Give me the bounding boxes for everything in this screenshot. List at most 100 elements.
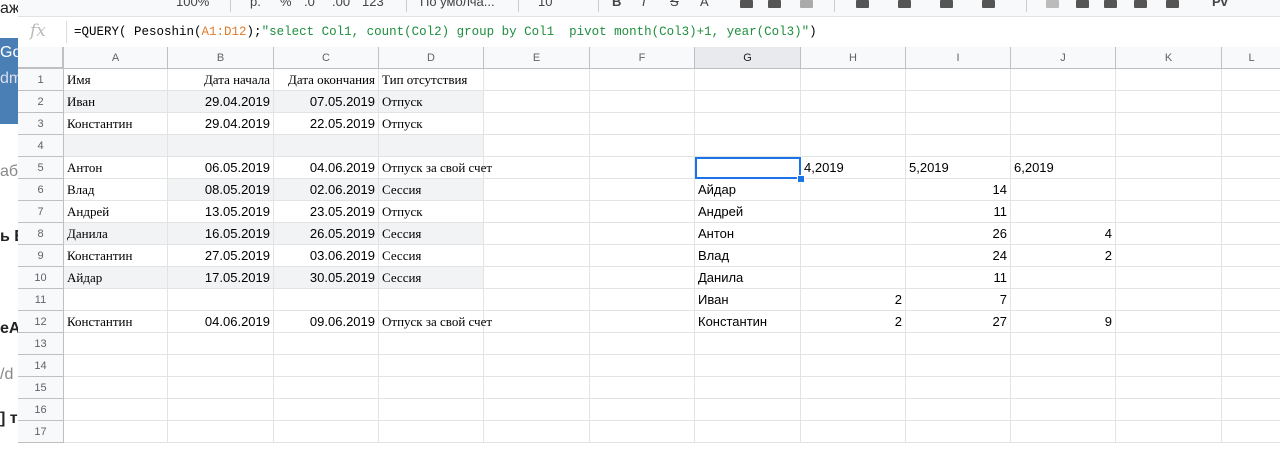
column-header-b[interactable]: B (168, 47, 274, 69)
grid-cell[interactable] (484, 311, 590, 333)
horizontal-align-icon[interactable] (856, 0, 869, 8)
grid-cell[interactable] (906, 113, 1011, 135)
source-data-cell[interactable]: Сессия (379, 245, 484, 267)
pivot-name-cell[interactable]: Влад (695, 245, 801, 267)
grid-cell[interactable] (801, 421, 906, 443)
grid-cell[interactable] (484, 421, 590, 443)
grid-cell[interactable] (906, 355, 1011, 377)
grid-cell[interactable] (801, 135, 906, 157)
zoom-select[interactable]: 100% (176, 0, 209, 9)
grid-cell[interactable] (590, 91, 695, 113)
grid-cell[interactable] (590, 113, 695, 135)
source-data-cell[interactable]: Отпуск (379, 91, 484, 113)
grid-cell[interactable] (1222, 311, 1280, 333)
column-header-d[interactable]: D (379, 47, 484, 69)
pivot-value-cell[interactable]: 9 (1011, 311, 1116, 333)
source-data-cell[interactable]: Антон (64, 157, 168, 179)
grid-cell[interactable] (168, 399, 274, 421)
source-data-cell[interactable]: Сессия (379, 179, 484, 201)
row-header-10[interactable]: 10 (18, 267, 64, 289)
row-header-15[interactable]: 15 (18, 377, 64, 399)
grid-cell[interactable] (1222, 201, 1280, 223)
grid-cell[interactable] (484, 245, 590, 267)
column-header-j[interactable]: J (1011, 47, 1116, 69)
source-header-cell[interactable]: Тип отсутствия (379, 69, 484, 91)
pivot-value-cell[interactable] (801, 245, 906, 267)
text-color-button[interactable]: A (700, 0, 709, 9)
grid-cell[interactable] (64, 399, 168, 421)
grid-cell[interactable] (695, 333, 801, 355)
row-header-17[interactable]: 17 (18, 421, 64, 443)
pivot-name-cell[interactable]: Данила (695, 267, 801, 289)
grid-cell[interactable] (1011, 377, 1116, 399)
grid-cell[interactable] (168, 333, 274, 355)
grid-cell[interactable] (590, 179, 695, 201)
column-header-h[interactable]: H (801, 47, 906, 69)
source-data-cell[interactable]: Константин (64, 113, 168, 135)
pivot-value-cell[interactable] (801, 201, 906, 223)
column-header-i[interactable]: I (906, 47, 1011, 69)
pivot-value-cell[interactable]: 2 (801, 289, 906, 311)
formula-input[interactable]: =QUERY( Pesoshin(A1:D12);"select Col1, c… (74, 25, 817, 39)
grid-cell[interactable] (1222, 157, 1280, 179)
pivot-value-cell[interactable]: 26 (906, 223, 1011, 245)
grid-cell[interactable] (695, 355, 801, 377)
row-header-14[interactable]: 14 (18, 355, 64, 377)
source-data-cell[interactable]: Константин (64, 245, 168, 267)
grid-cell[interactable] (906, 377, 1011, 399)
italic-button[interactable]: I (642, 0, 646, 9)
pivot-value-cell[interactable] (1011, 267, 1116, 289)
column-header-k[interactable]: K (1116, 47, 1222, 69)
source-data-cell[interactable]: Андрей (64, 201, 168, 223)
percent-format-button[interactable]: % (280, 0, 292, 9)
grid-cell[interactable] (1222, 267, 1280, 289)
pivot-value-cell[interactable] (1011, 201, 1116, 223)
grid-cell[interactable] (1116, 267, 1222, 289)
row-header-9[interactable]: 9 (18, 245, 64, 267)
grid-cell[interactable] (1116, 223, 1222, 245)
insert-chart-icon[interactable] (1104, 0, 1117, 8)
pivot-name-cell[interactable]: Константин (695, 311, 801, 333)
source-data-cell[interactable]: 17.05.2019 (168, 267, 274, 289)
pivot-name-cell[interactable]: Андрей (695, 201, 801, 223)
grid-cell[interactable] (695, 421, 801, 443)
row-header-8[interactable]: 8 (18, 223, 64, 245)
grid-cell[interactable] (64, 377, 168, 399)
bold-button[interactable]: B (612, 0, 621, 9)
pivot-header-cell[interactable]: 5,2019 (906, 157, 1011, 179)
pivot-value-cell[interactable]: 24 (906, 245, 1011, 267)
grid-cell[interactable] (1116, 355, 1222, 377)
grid-cell[interactable] (1011, 399, 1116, 421)
grid-cell[interactable] (1116, 377, 1222, 399)
row-header-11[interactable]: 11 (18, 289, 64, 311)
source-data-cell[interactable]: 16.05.2019 (168, 223, 274, 245)
source-data-cell[interactable] (168, 135, 274, 157)
grid-cell[interactable] (590, 399, 695, 421)
source-data-cell[interactable]: 29.04.2019 (168, 113, 274, 135)
vertical-align-icon[interactable] (898, 0, 911, 8)
grid-cell[interactable] (1116, 289, 1222, 311)
source-header-cell[interactable]: Дата окончания (274, 69, 379, 91)
insert-comment-icon[interactable] (1076, 0, 1089, 8)
source-header-cell[interactable]: Дата начала (168, 69, 274, 91)
row-header-5[interactable]: 5 (18, 157, 64, 179)
source-data-cell[interactable]: 08.05.2019 (168, 179, 274, 201)
grid-cell[interactable] (695, 91, 801, 113)
grid-cell[interactable] (379, 399, 484, 421)
column-header-f[interactable]: F (590, 47, 695, 69)
grid-cell[interactable] (1116, 333, 1222, 355)
fill-handle[interactable] (797, 175, 805, 183)
pivot-value-cell[interactable] (801, 223, 906, 245)
grid-cell[interactable] (1116, 179, 1222, 201)
selected-cell-g5[interactable] (695, 157, 801, 179)
grid-cell[interactable] (379, 421, 484, 443)
source-data-cell[interactable]: Константин (64, 311, 168, 333)
grid-cell[interactable] (484, 91, 590, 113)
grid-cell[interactable] (1011, 91, 1116, 113)
grid-cell[interactable] (1222, 223, 1280, 245)
grid-cell[interactable] (695, 113, 801, 135)
row-header-7[interactable]: 7 (18, 201, 64, 223)
source-data-cell[interactable] (274, 135, 379, 157)
grid-cell[interactable] (1116, 113, 1222, 135)
grid-cell[interactable] (1116, 69, 1222, 91)
